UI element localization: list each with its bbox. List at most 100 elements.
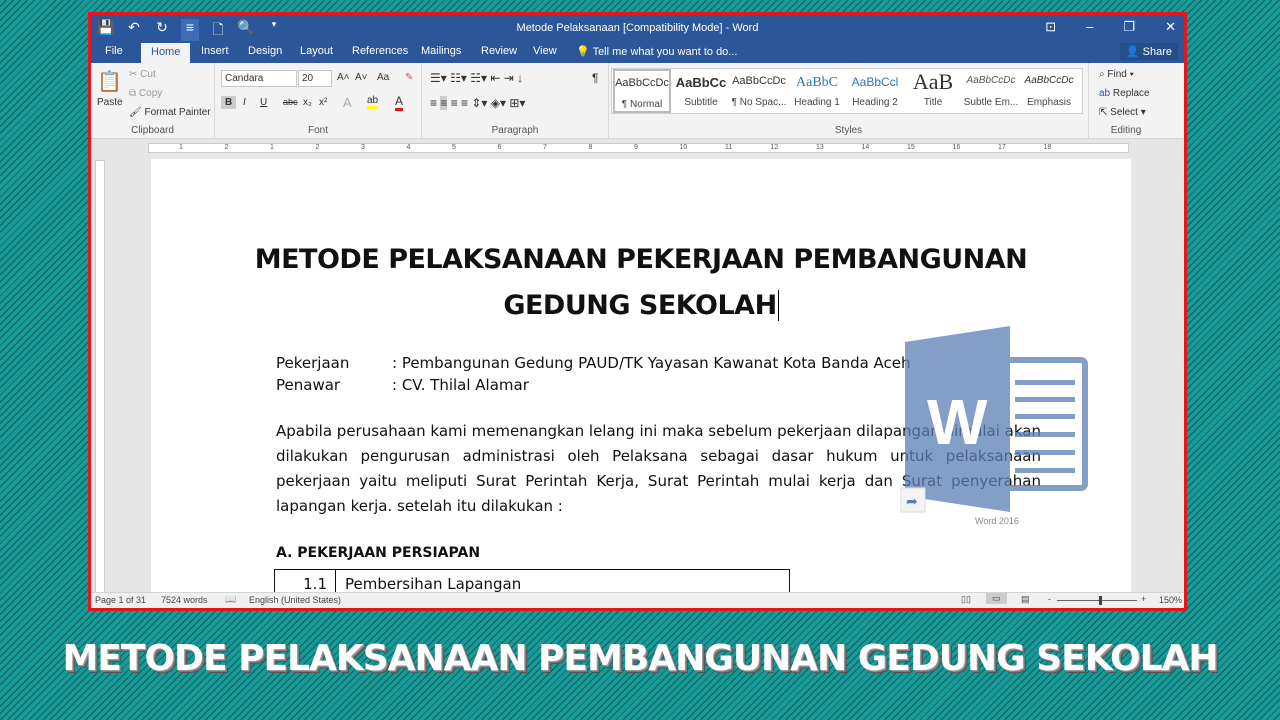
style-heading-2[interactable]: AaBbCcl Heading 2: [846, 69, 904, 113]
shrink-font-button[interactable]: A˅: [355, 72, 368, 83]
style-heading-1[interactable]: AaBbC Heading 1: [788, 69, 846, 113]
zoom-slider[interactable]: [1057, 596, 1137, 605]
proofing-icon[interactable]: 📖: [225, 594, 236, 605]
minimize-button[interactable]: –: [1086, 19, 1093, 35]
ruler-tick-label: 13: [816, 144, 824, 151]
document-page[interactable]: METODE PELAKSANAAN PEKERJAAN PEMBANGUNAN…: [151, 159, 1131, 608]
tell-me-text: Tell me what you want to do...: [592, 46, 738, 58]
tab-design[interactable]: Design: [248, 45, 282, 57]
tab-view[interactable]: View: [533, 45, 557, 57]
row-item: Pembersihan Lapangan: [345, 575, 522, 593]
style-preview: AaBbCcl: [851, 75, 899, 89]
ribbon-tabs: File Home Insert Design Layout Reference…: [91, 41, 1184, 63]
find-label: Find: [1107, 69, 1127, 80]
ruler-tick-label: 9: [634, 144, 638, 151]
tab-home[interactable]: Home: [141, 43, 191, 63]
search-icon: ⌕: [1099, 69, 1105, 80]
tab-layout[interactable]: Layout: [300, 45, 333, 57]
style-name: Emphasis: [1027, 97, 1071, 108]
text-effects-icon[interactable]: A: [343, 95, 352, 110]
page-count[interactable]: Page 1 of 31: [95, 595, 146, 605]
tab-file[interactable]: File: [105, 45, 123, 57]
tab-references[interactable]: References: [352, 45, 408, 57]
ruler-tick-label: 16: [952, 144, 961, 151]
style-emphasis[interactable]: AaBbCcDc Emphasis: [1020, 69, 1078, 113]
font-name-select[interactable]: Candara: [221, 70, 297, 87]
find-button[interactable]: ⌕ Find ▾: [1099, 69, 1134, 80]
style-title[interactable]: AaB Title: [904, 69, 962, 113]
logo-letter: W: [927, 386, 988, 458]
word-count[interactable]: 7524 words: [161, 595, 208, 605]
change-case-button[interactable]: Aa: [377, 72, 389, 83]
subscript-button[interactable]: x₂: [303, 97, 312, 108]
font-color-icon[interactable]: A: [395, 94, 404, 111]
zoom-out-button[interactable]: -: [1048, 594, 1051, 604]
font-label: Font: [307, 125, 328, 136]
share-label: Share: [1142, 46, 1172, 58]
underline-button[interactable]: U: [260, 97, 267, 108]
lightbulb-icon: 💡: [576, 46, 590, 58]
clear-formatting-icon[interactable]: ✎: [405, 72, 413, 83]
superscript-button[interactable]: x²: [319, 97, 327, 108]
cut-button[interactable]: ✂ Cut: [129, 69, 156, 80]
meta-value: : CV. Thilal Alamar: [392, 376, 529, 394]
person-icon: 👤: [1125, 46, 1140, 58]
tab-insert[interactable]: Insert: [201, 45, 229, 57]
style-name: Heading 1: [794, 97, 840, 108]
style-name: Subtle Em...: [963, 97, 1019, 108]
read-mode-icon[interactable]: ▯▯: [961, 594, 971, 605]
share-button[interactable]: 👤 Share: [1119, 43, 1178, 60]
select-button[interactable]: ⇱ Select ▾: [1099, 107, 1146, 118]
replace-icon: ab: [1099, 88, 1111, 99]
paste-icon[interactable]: 📋: [97, 69, 122, 94]
language-status[interactable]: English (United States): [249, 595, 341, 605]
strikethrough-button[interactable]: abc: [283, 97, 298, 107]
select-label: Select: [1110, 107, 1138, 118]
tab-mailings[interactable]: Mailings: [421, 45, 461, 57]
clipboard-group: 📋 Paste ✂ Cut ⧉ Copy 🖌 Format Painter Cl…: [91, 63, 215, 139]
ruler-tick-label: 5: [452, 144, 456, 151]
style-subtitle[interactable]: AaBbCc Subtitle: [672, 69, 730, 113]
tell-me-search[interactable]: 💡 Tell me what you want to do...: [576, 45, 737, 58]
bullets-icon[interactable]: ☰▾ ☷▾ ☵▾ ⇤ ⇥ ↓: [430, 71, 523, 85]
style-name: Heading 2: [852, 97, 898, 108]
highlight-icon[interactable]: ab: [367, 95, 379, 109]
styles-group: AaBbCcDc ¶ Normal AaBbCc Subtitle AaBbCcDc…: [609, 63, 1089, 139]
style-normal[interactable]: AaBbCcDc ¶ Normal: [613, 69, 671, 113]
show-formatting-button[interactable]: ¶: [592, 71, 598, 85]
close-button[interactable]: ✕: [1165, 19, 1176, 35]
zoom-slider-thumb[interactable]: [1099, 596, 1102, 605]
paste-button[interactable]: Paste: [97, 97, 123, 108]
copy-button[interactable]: ⧉ Copy: [129, 88, 162, 99]
format-painter-button[interactable]: 🖌 Format Painter: [129, 107, 211, 118]
shortcut-arrow-icon: ➦: [906, 494, 918, 510]
ruler-bar[interactable]: 1 2 1 2 3 4 5 6 7 8 9 10 11 12 13 14 15 16 17 18: [148, 143, 1129, 153]
word-window: 💾 ↶ ↻ ≡ 🗋 🔍 ▾ Metode Pelaksanaan [Compat…: [88, 12, 1187, 611]
ribbon-display-icon[interactable]: ⊡: [1045, 19, 1056, 35]
replace-button[interactable]: ab Replace: [1099, 88, 1150, 99]
grow-font-button[interactable]: A˄: [337, 72, 350, 83]
word-logo-icon: W ➦ Word 2016: [900, 326, 1088, 526]
format-painter-label: Format Painter: [144, 107, 211, 118]
document-title: METODE PELAKSANAAN PEKERJAAN PEMBANGUNAN…: [151, 237, 1131, 329]
restore-button[interactable]: ❐: [1123, 19, 1135, 35]
ruler-tick-label: 10: [679, 144, 688, 151]
print-layout-icon[interactable]: ▭: [986, 593, 1007, 604]
ruler-tick-label: 17: [998, 144, 1006, 151]
italic-button[interactable]: I: [243, 97, 246, 108]
align-icons[interactable]: ≡ ≡ ≡ ≡ ⇕▾ ◈▾ ⊞▾: [430, 96, 525, 110]
tab-review[interactable]: Review: [481, 45, 517, 57]
zoom-in-button[interactable]: +: [1141, 594, 1146, 604]
ruler-tick-label: 12: [770, 144, 779, 151]
zoom-level[interactable]: 150%: [1159, 595, 1182, 605]
editing-group: ⌕ Find ▾ ab Replace ⇱ Select ▾ Editing: [1091, 63, 1161, 139]
horizontal-ruler[interactable]: 1 2 1 2 3 4 5 6 7 8 9 10 11 12 13 14 15 16 17 18: [91, 139, 1184, 157]
bold-button[interactable]: B: [221, 96, 237, 109]
cursor-icon: ⇱: [1099, 107, 1108, 118]
style-subtle-emphasis[interactable]: AaBbCcDc Subtle Em...: [962, 69, 1020, 113]
vertical-ruler[interactable]: [95, 160, 105, 600]
font-size-select[interactable]: 20: [298, 70, 332, 87]
style-no-spacing[interactable]: AaBbCcDc ¶ No Spac...: [730, 69, 788, 113]
styles-gallery: AaBbCcDc ¶ Normal AaBbCc Subtitle AaBbCcDc…: [611, 68, 1083, 114]
web-layout-icon[interactable]: ▤: [1021, 594, 1030, 605]
